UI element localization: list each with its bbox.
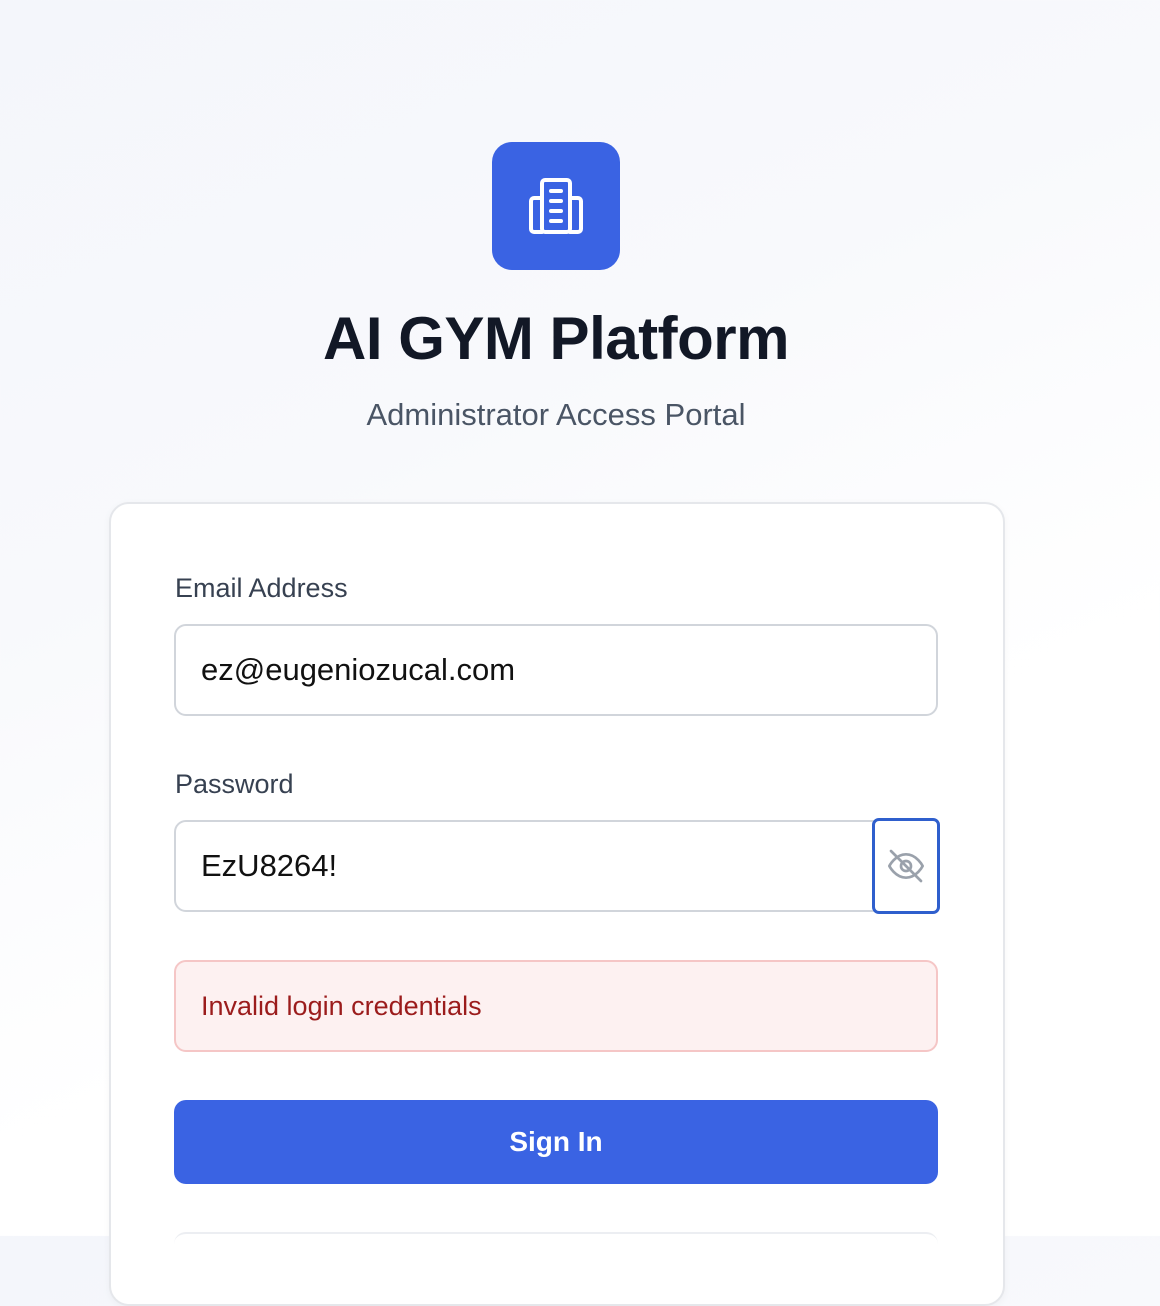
sign-in-button-label: Sign In [509, 1126, 603, 1157]
building-icon [529, 178, 583, 234]
sign-in-button[interactable]: Sign In [174, 1100, 938, 1184]
app-subtitle: Administrator Access Portal [366, 397, 746, 432]
app-title: AI GYM Platform [323, 305, 789, 372]
logo-tile [492, 142, 620, 270]
password-input-value: EzU8264! [201, 848, 338, 883]
email-label: Email Address [175, 573, 348, 603]
error-alert: Invalid login credentials [174, 960, 938, 1052]
password-input[interactable]: EzU8264! [174, 820, 884, 912]
card-bottom-divider [174, 1232, 938, 1254]
password-visibility-toggle[interactable] [872, 818, 940, 914]
email-input-value: ez@eugeniozucal.com [201, 652, 516, 687]
email-input[interactable]: ez@eugeniozucal.com [174, 624, 938, 716]
error-message: Invalid login credentials [201, 990, 482, 1021]
eye-off-icon [888, 849, 924, 883]
password-label: Password [175, 769, 294, 799]
